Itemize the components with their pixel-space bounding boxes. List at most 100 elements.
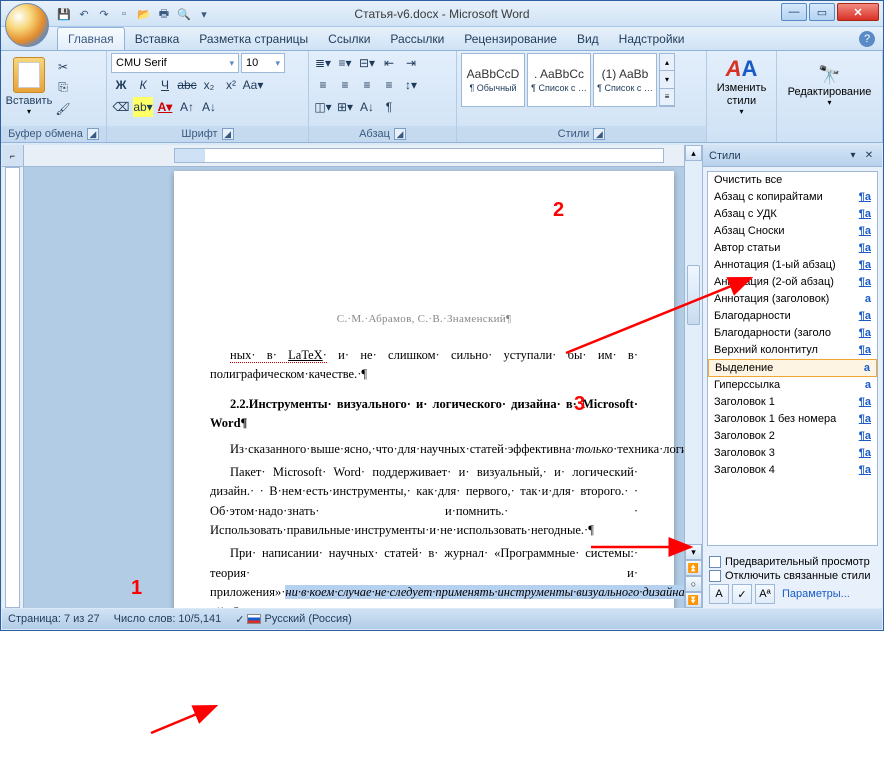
- horizontal-ruler[interactable]: [24, 145, 684, 167]
- qat-save-icon[interactable]: 💾: [55, 5, 73, 23]
- style-list2[interactable]: (1) AaBb ¶ Список с …: [593, 53, 657, 107]
- shading-button[interactable]: ◫▾: [313, 97, 333, 117]
- changecase-button[interactable]: Aa▾: [243, 75, 263, 95]
- showmarks-button[interactable]: ¶: [379, 97, 399, 117]
- linespacing-button[interactable]: ↕▾: [401, 75, 421, 95]
- style-row[interactable]: Благодарности¶a: [708, 308, 877, 325]
- style-row[interactable]: Абзац Сноски¶a: [708, 223, 877, 240]
- help-icon[interactable]: ?: [859, 31, 875, 47]
- clipboard-launcher[interactable]: ◢: [87, 128, 99, 140]
- style-row[interactable]: Аннотация (2-ой абзац)¶a: [708, 274, 877, 291]
- style-row[interactable]: Очистить все: [708, 172, 877, 189]
- tab-references[interactable]: Ссылки: [318, 28, 380, 50]
- vruler-scale[interactable]: [5, 167, 20, 608]
- vertical-scrollbar[interactable]: ▴ ▾ ⏫ ○ ⏬: [684, 145, 702, 608]
- qat-undo-icon[interactable]: ↶: [75, 5, 93, 23]
- paste-button[interactable]: Вставить ▾: [5, 53, 53, 119]
- style-row[interactable]: Заголовок 1¶a: [708, 394, 877, 411]
- font-size-combo[interactable]: 10▾: [241, 53, 285, 73]
- style-row[interactable]: Благодарности (заголо¶a: [708, 325, 877, 342]
- ruler-corner[interactable]: ⌐: [2, 145, 23, 167]
- align-right-button[interactable]: ≡: [357, 75, 377, 95]
- shrink-font-button[interactable]: A↓: [199, 97, 219, 117]
- superscript-button[interactable]: x²: [221, 75, 241, 95]
- style-row[interactable]: Заголовок 2¶a: [708, 428, 877, 445]
- sort-button[interactable]: A↓: [357, 97, 377, 117]
- style-row[interactable]: Заголовок 3¶a: [708, 445, 877, 462]
- scroll-down-button[interactable]: ▾: [685, 544, 702, 560]
- clear-format-button[interactable]: ⌫: [111, 97, 131, 117]
- maximize-button[interactable]: ▭: [809, 3, 835, 21]
- underline-button[interactable]: Ч: [155, 75, 175, 95]
- minimize-button[interactable]: —: [781, 3, 807, 21]
- align-center-button[interactable]: ≡: [335, 75, 355, 95]
- highlight-button[interactable]: ab▾: [133, 97, 153, 117]
- numbering-button[interactable]: ≡▾: [335, 53, 355, 73]
- preview-checkbox[interactable]: Предварительный просмотр: [709, 556, 876, 568]
- style-row[interactable]: Автор статьи¶a: [708, 240, 877, 257]
- hruler-scale[interactable]: [174, 148, 664, 163]
- format-painter-button[interactable]: 🖌: [53, 100, 73, 119]
- copy-button[interactable]: ⎘: [53, 78, 73, 97]
- italic-button[interactable]: К: [133, 75, 153, 95]
- styles-launcher[interactable]: ◢: [593, 128, 605, 140]
- qat-new-icon[interactable]: ▫: [115, 5, 133, 23]
- style-list1[interactable]: . AaBbCc ¶ Список с …: [527, 53, 591, 107]
- style-row[interactable]: Аннотация (заголовок)a: [708, 291, 877, 308]
- scroll-pane[interactable]: С.·М.·Абрамов, С.·В.·Знаменский¶ ных· в·…: [24, 167, 684, 608]
- bold-button[interactable]: Ж: [111, 75, 131, 95]
- bullets-button[interactable]: ≣▾: [313, 53, 333, 73]
- style-row[interactable]: Верхний колонтитул¶a: [708, 342, 877, 359]
- fontcolor-button[interactable]: A▾: [155, 97, 175, 117]
- style-row[interactable]: Абзац с УДК¶a: [708, 206, 877, 223]
- next-page-button[interactable]: ⏬: [685, 592, 702, 608]
- font-launcher[interactable]: ◢: [222, 128, 234, 140]
- pane-dropdown-icon[interactable]: ▾: [846, 149, 860, 163]
- style-row[interactable]: Аннотация (1-ый абзац)¶a: [708, 257, 877, 274]
- find-button[interactable]: 🔭 Редактирование ▾: [781, 53, 878, 119]
- cut-button[interactable]: ✂: [53, 57, 73, 76]
- borders-button[interactable]: ⊞▾: [335, 97, 355, 117]
- tab-pagelayout[interactable]: Разметка страницы: [189, 28, 318, 50]
- style-row[interactable]: Гиперссылкаa: [708, 377, 877, 394]
- dec-indent-button[interactable]: ⇤: [379, 53, 399, 73]
- gallery-down[interactable]: ▾: [660, 71, 674, 88]
- style-row[interactable]: Выделениеa: [708, 359, 877, 377]
- tab-mailings[interactable]: Рассылки: [380, 28, 454, 50]
- gallery-up[interactable]: ▴: [660, 54, 674, 71]
- align-justify-button[interactable]: ≡: [379, 75, 399, 95]
- prev-page-button[interactable]: ⏫: [685, 560, 702, 576]
- change-styles-button[interactable]: AA Изменить стили ▾: [711, 53, 772, 119]
- strike-button[interactable]: abc: [177, 75, 197, 95]
- pane-close-icon[interactable]: ✕: [862, 149, 876, 163]
- tab-home[interactable]: Главная: [57, 27, 125, 50]
- close-button[interactable]: ✕: [837, 3, 879, 21]
- tab-insert[interactable]: Вставка: [125, 28, 190, 50]
- status-language[interactable]: ✓ Русский (Россия): [235, 613, 352, 626]
- status-page[interactable]: Страница: 7 из 27: [8, 613, 100, 625]
- browse-object-button[interactable]: ○: [685, 576, 702, 592]
- multilevel-button[interactable]: ⊟▾: [357, 53, 377, 73]
- scroll-up-button[interactable]: ▴: [685, 145, 702, 161]
- manage-styles-button[interactable]: Aª: [755, 584, 775, 604]
- style-row[interactable]: Заголовок 4¶a: [708, 462, 877, 479]
- qat-dropdown-icon[interactable]: ▾: [195, 5, 213, 23]
- status-words[interactable]: Число слов: 10/5,141: [114, 613, 222, 625]
- disable-linked-checkbox[interactable]: Отключить связанные стили: [709, 570, 876, 582]
- new-style-button[interactable]: A: [709, 584, 729, 604]
- qat-preview-icon[interactable]: 🔍: [175, 5, 193, 23]
- tab-addins[interactable]: Надстройки: [609, 28, 695, 50]
- style-inspector-button[interactable]: ✓: [732, 584, 752, 604]
- qat-open-icon[interactable]: 📂: [135, 5, 153, 23]
- qat-print-icon[interactable]: 🖶: [155, 5, 173, 23]
- page[interactable]: С.·М.·Абрамов, С.·В.·Знаменский¶ ных· в·…: [174, 171, 674, 608]
- styles-list[interactable]: Очистить всеАбзац с копирайтами¶aАбзац с…: [707, 171, 878, 546]
- tab-review[interactable]: Рецензирование: [454, 28, 567, 50]
- qat-redo-icon[interactable]: ↷: [95, 5, 113, 23]
- inc-indent-button[interactable]: ⇥: [401, 53, 421, 73]
- style-row[interactable]: Заголовок 1 без номера¶a: [708, 411, 877, 428]
- align-left-button[interactable]: ≡: [313, 75, 333, 95]
- tab-view[interactable]: Вид: [567, 28, 609, 50]
- office-button[interactable]: [5, 3, 49, 47]
- style-row[interactable]: Абзац с копирайтами¶a: [708, 189, 877, 206]
